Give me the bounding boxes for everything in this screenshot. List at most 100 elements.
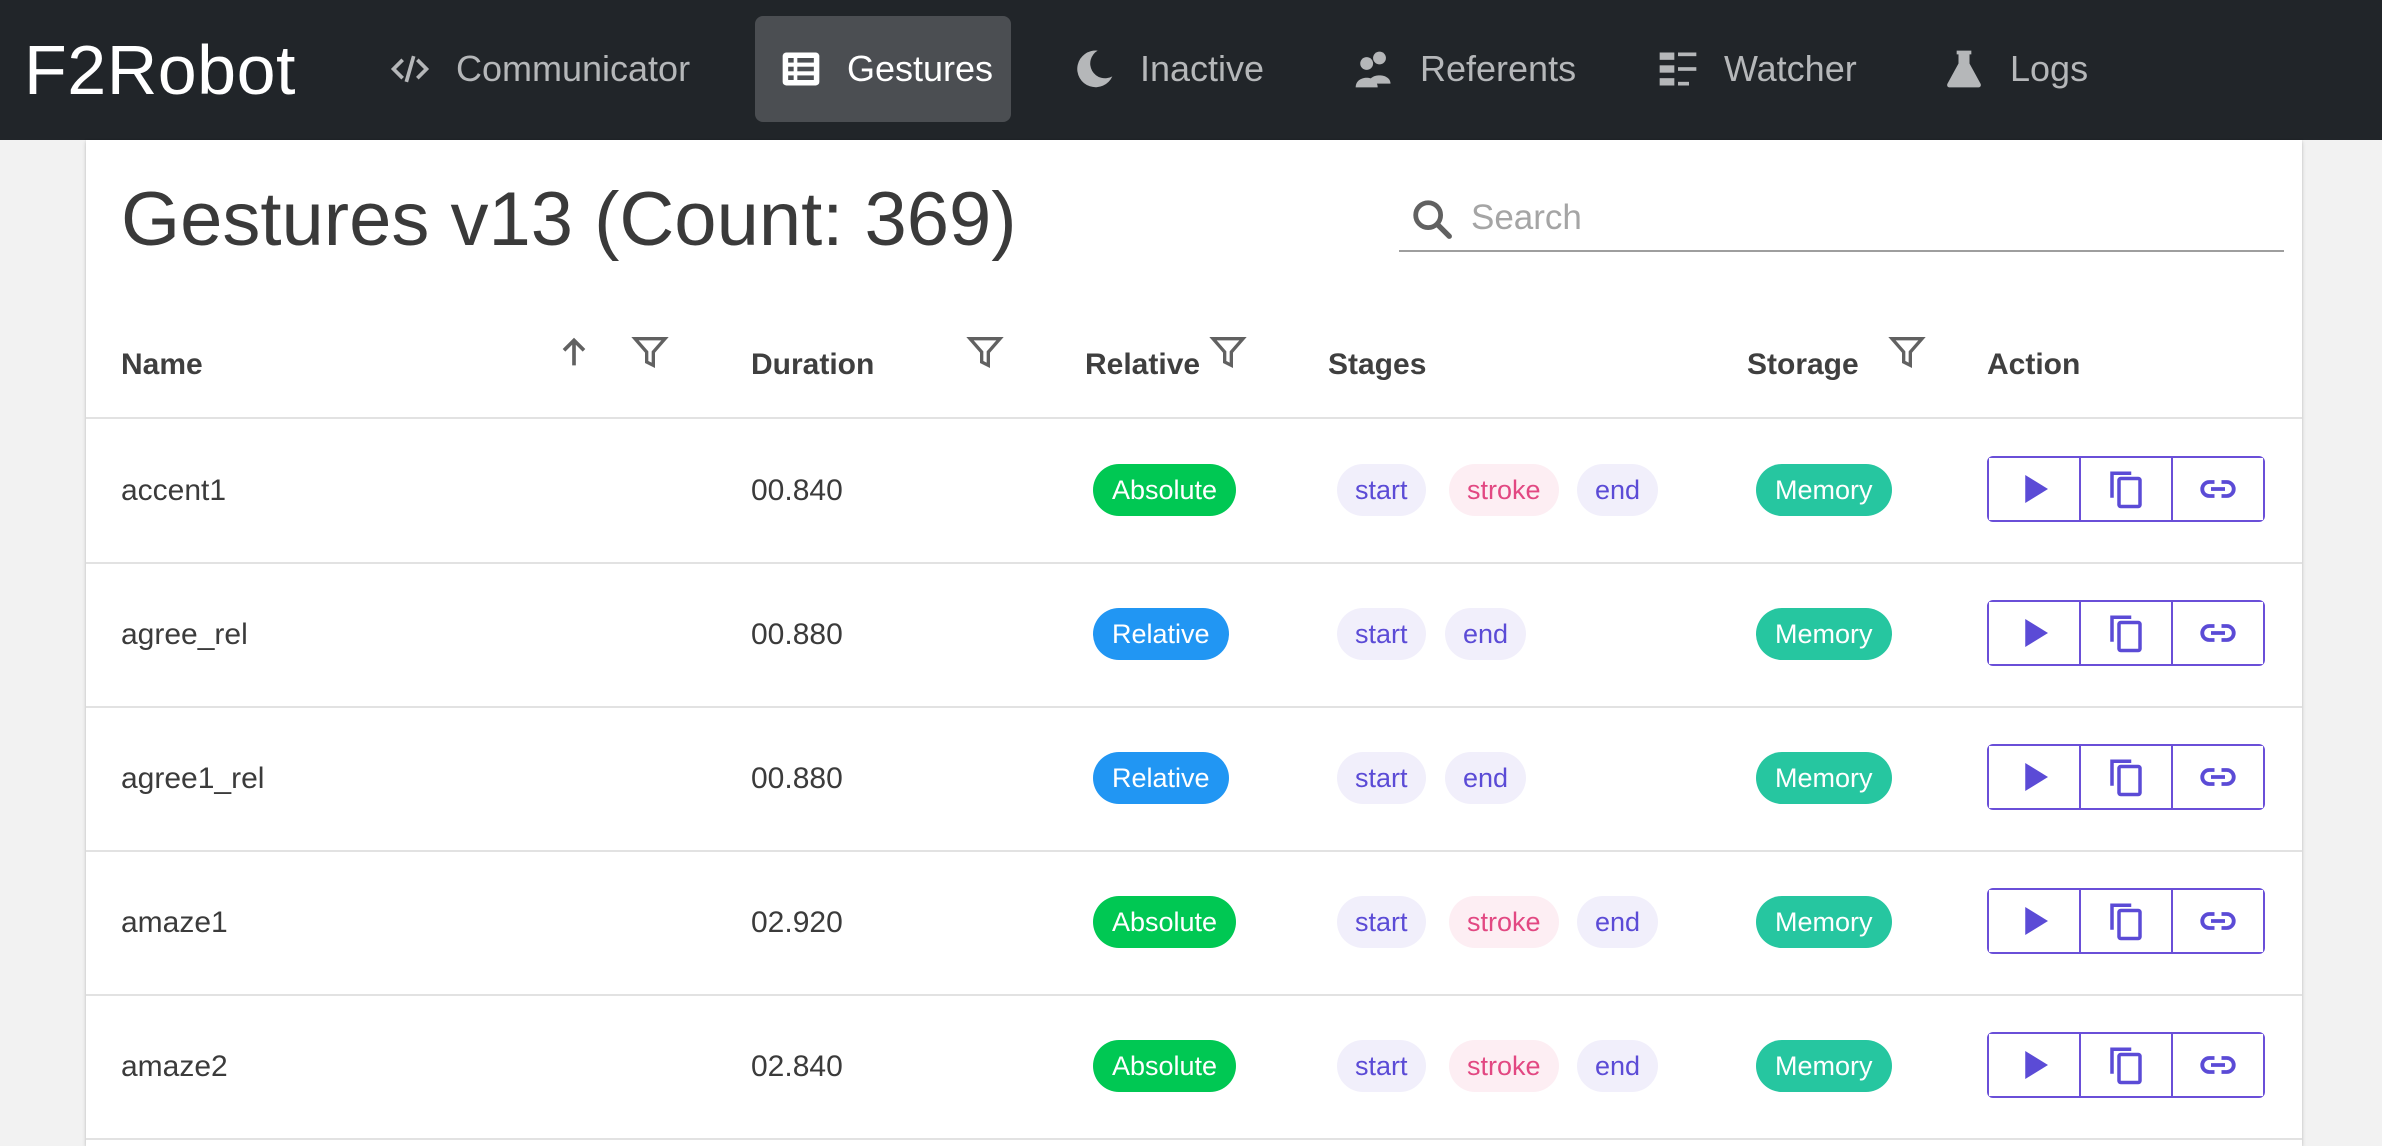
link-icon [2200,768,2236,786]
stage-chip-end: end [1577,896,1659,948]
action-button-group [1987,600,2265,666]
nav-label: Gestures [847,48,994,89]
copy-button[interactable] [2081,458,2173,520]
copy-icon [2110,903,2142,941]
link-button[interactable] [2173,458,2263,520]
copy-button[interactable] [2081,1034,2173,1096]
link-icon [2200,480,2236,498]
stage-chip-stroke: stroke [1449,464,1559,516]
link-icon [2200,624,2236,642]
relative-filter-icon[interactable] [1208,332,1248,372]
table-row: agree1_rel 00.880 Relative start end Mem… [86,707,2302,852]
relative-badge: Absolute [1093,1040,1237,1092]
play-button[interactable] [1989,602,2081,664]
storage-badge: Memory [1756,464,1892,516]
relative-badge: Absolute [1093,464,1237,516]
search-icon [1413,200,1452,239]
link-button[interactable] [2173,602,2263,664]
table-row: amaze2 02.840 Absolute start stroke end … [86,995,2302,1140]
gesture-name: amaze2 [121,1050,228,1083]
play-icon [2025,619,2048,647]
sort-ascending-icon[interactable] [554,332,594,372]
nav-item-watcher[interactable]: Watcher [1656,16,1857,122]
column-header-stages: Stages [1328,348,1427,381]
people-icon [1355,51,1391,88]
nav-item-gestures[interactable]: Gestures [755,16,1012,122]
nav-item-inactive[interactable]: Inactive [1072,16,1264,122]
stage-chip-end: end [1577,1040,1659,1092]
column-header-name[interactable]: Name [121,320,203,410]
storage-badge: Memory [1756,608,1892,660]
name-filter-icon[interactable] [630,332,670,372]
column-header-storage[interactable]: Storage [1747,320,1859,410]
storage-badge: Memory [1756,896,1892,948]
link-button[interactable] [2173,1034,2263,1096]
duration-filter-icon[interactable] [965,332,1005,372]
gesture-name: amaze1 [121,906,228,939]
relative-badge: Absolute [1093,896,1237,948]
moon-icon [1077,50,1113,88]
play-button[interactable] [1989,458,2081,520]
stage-chip-start: start [1337,896,1426,948]
play-icon [2025,475,2048,503]
nav-label: Watcher [1724,48,1857,89]
column-header-action: Action [1987,348,2081,381]
play-button[interactable] [1989,746,2081,808]
action-button-group [1987,1032,2265,1098]
gesture-duration: 00.840 [751,474,843,507]
nav-item-logs[interactable]: Logs [1942,16,2088,122]
copy-icon [2110,471,2142,509]
search-box[interactable] [1399,184,2284,252]
table-row: amaze1 02.920 Absolute start stroke end … [86,851,2302,996]
app-brand[interactable]: F2Robot [24,24,296,116]
nav-item-communicator[interactable]: Communicator [388,16,690,122]
relative-badge: Relative [1093,608,1229,660]
play-button[interactable] [1989,890,2081,952]
flask-icon [1947,50,1981,88]
table-row: agree_rel 00.880 Relative start end Memo… [86,563,2302,708]
copy-button[interactable] [2081,746,2173,808]
action-button-group [1987,888,2265,954]
stage-chip-stroke: stroke [1449,1040,1559,1092]
gesture-duration: 02.920 [751,906,843,939]
gesture-name: agree1_rel [121,762,265,795]
stage-chip-end: end [1577,464,1659,516]
column-header-duration[interactable]: Duration [751,320,874,410]
storage-badge: Memory [1756,1040,1892,1092]
stage-chip-start: start [1337,1040,1426,1092]
play-button[interactable] [1989,1034,2081,1096]
action-button-group [1987,744,2265,810]
gesture-duration: 00.880 [751,762,843,795]
storage-badge: Memory [1756,752,1892,804]
nav-label: Inactive [1140,48,1265,89]
copy-icon [2110,615,2142,653]
code-icon [390,55,430,83]
link-button[interactable] [2173,746,2263,808]
copy-button[interactable] [2081,890,2173,952]
table-row: accent1 00.840 Absolute start stroke end… [86,419,2302,564]
link-icon [2200,1056,2236,1074]
search-input[interactable] [1469,190,2273,246]
stage-chip-stroke: stroke [1449,896,1559,948]
top-navbar: F2Robot Communicator Gestures Inactive R… [0,0,2382,140]
page-title: Gestures v13 (Count: 369) [121,177,1017,262]
storage-filter-icon[interactable] [1887,332,1927,372]
nav-item-referents[interactable]: Referents [1352,16,1576,122]
gestures-card: Gestures v13 (Count: 369) Name Duration … [86,140,2302,1146]
play-icon [2025,907,2048,935]
nav-label: Referents [1420,48,1577,89]
stage-chip-end: end [1445,752,1527,804]
play-icon [2025,1051,2048,1079]
gesture-duration: 00.880 [751,618,843,651]
link-icon [2200,912,2236,930]
nav-label: Communicator [456,48,691,89]
link-button[interactable] [2173,890,2263,952]
copy-icon [2110,759,2142,797]
stage-chip-start: start [1337,752,1426,804]
column-header-relative[interactable]: Relative [1085,320,1200,410]
copy-icon [2110,1047,2142,1085]
copy-button[interactable] [2081,602,2173,664]
nav-label: Logs [2010,48,2089,89]
table-icon [782,52,820,86]
stage-chip-end: end [1445,608,1527,660]
